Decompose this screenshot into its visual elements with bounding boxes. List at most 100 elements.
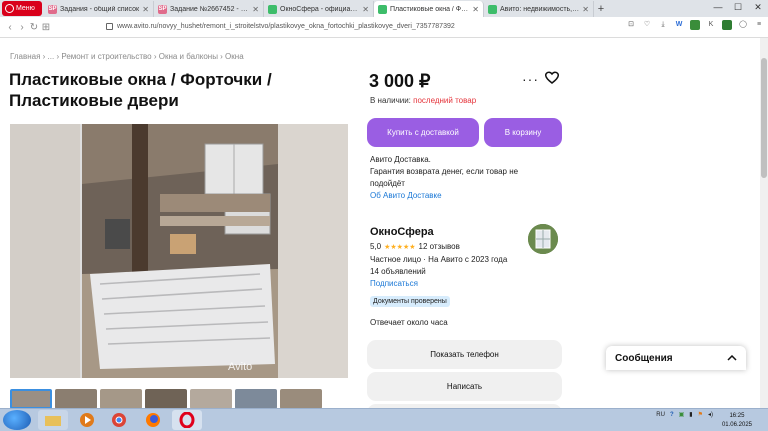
seller-listings[interactable]: 14 объявлений <box>370 266 507 278</box>
extension-w-icon[interactable]: W <box>674 20 684 30</box>
warehouse-photo-image: Avito <box>10 124 348 378</box>
subscribe-link[interactable]: Подписаться <box>370 279 418 288</box>
url-field[interactable]: www.avito.ru/novyy_hushet/remont_i_stroi… <box>117 23 455 30</box>
close-window-icon[interactable]: ✕ <box>748 0 768 14</box>
breadcrumb[interactable]: Главная › ... › Ремонт и строительство ›… <box>10 52 244 61</box>
tab-title: Задания - общий список <box>60 5 140 13</box>
thumbnail[interactable] <box>55 389 97 408</box>
page-scrollbar[interactable] <box>760 38 768 408</box>
chrome-icon[interactable] <box>104 410 134 430</box>
buy-with-delivery-button[interactable]: Купить с доставкой <box>367 118 479 147</box>
write-message-button[interactable]: Написать <box>367 372 562 401</box>
explorer-icon[interactable] <box>38 410 68 430</box>
tab-zadaniya[interactable]: SP Задания - общий список ✕ <box>44 1 154 17</box>
seller-type: Частное лицо · На Авито с 2023 года <box>370 255 508 264</box>
snapshot-icon[interactable]: ⊡ <box>626 20 636 30</box>
thumbnail[interactable] <box>190 389 232 408</box>
reload-icon[interactable]: ↻ <box>28 22 40 33</box>
extension-green-icon[interactable] <box>690 20 700 30</box>
speed-dial-icon[interactable]: ⊞ <box>40 22 52 33</box>
delivery-line1: Авито Доставка. <box>370 155 431 164</box>
extension-k-icon[interactable]: K <box>706 20 716 30</box>
thumbnail[interactable] <box>100 389 142 408</box>
lock-icon <box>106 23 113 30</box>
tab-title: Пластиковые окна / Форточ <box>390 5 469 13</box>
reply-time: Отвечает около часа <box>370 318 448 327</box>
back-icon[interactable]: ‹ <box>4 22 16 33</box>
forward-icon[interactable]: › <box>16 22 28 33</box>
start-button[interactable] <box>3 410 31 430</box>
extension-green2-icon[interactable] <box>722 20 732 30</box>
tab-oknosfera[interactable]: ОкноСфера - официальн ✕ <box>264 1 374 17</box>
media-player-icon[interactable] <box>72 410 102 430</box>
tab-plastikovye-okna[interactable]: Пластиковые окна / Форточ ✕ <box>374 1 484 17</box>
documents-verified-badge: Документы проверены <box>370 296 450 307</box>
maximize-icon[interactable]: ☐ <box>728 0 748 14</box>
toolbar-icons: ⊡ ♡ ⤓ W K ◯ ≡ <box>626 20 764 30</box>
clock[interactable]: 16:25 01.06.2025 <box>722 412 752 430</box>
avito-favicon-icon <box>268 4 277 14</box>
seller-info: Частное лицо · На Авито с 2023 года 14 о… <box>370 254 507 278</box>
tabs-strip: SP Задания - общий список ✕ SP Задание №… <box>44 1 608 17</box>
thumbnail[interactable] <box>235 389 277 408</box>
sp-favicon-icon: SP <box>158 4 167 14</box>
favorite-heart-icon[interactable] <box>544 71 560 89</box>
rating-value: 5,0 <box>370 242 382 251</box>
tab-title: Задание №2667452 - про <box>170 5 250 13</box>
language-indicator[interactable]: RU <box>656 412 665 418</box>
help-icon[interactable]: ? <box>670 412 674 418</box>
seller-avatar[interactable] <box>528 224 558 254</box>
show-phone-button[interactable]: Показать телефон <box>367 340 562 369</box>
minimize-icon[interactable]: — <box>708 0 728 14</box>
tray-app-icon[interactable]: ▣ <box>679 411 685 418</box>
browser-tab-bar: Меню SP Задания - общий список ✕ SP Зада… <box>0 0 768 17</box>
availability-label: В наличии: <box>370 96 411 105</box>
page-content: Главная › ... › Ремонт и строительство ›… <box>0 38 760 408</box>
flag-icon[interactable]: ⚑ <box>698 411 703 418</box>
delivery-line2: Гарантия возврата денег, если товар не п… <box>370 167 519 188</box>
tab-avito[interactable]: Авито: недвижимость, тра ✕ <box>484 1 594 17</box>
avito-favicon-icon <box>378 4 387 14</box>
messages-panel[interactable]: Сообщения <box>606 346 746 370</box>
address-bar-row: ‹ › ↻ ⊞ www.avito.ru/novyy_hushet/remont… <box>0 17 768 38</box>
menu-label: Меню <box>16 5 35 12</box>
window-controls: — ☐ ✕ <box>708 0 768 14</box>
seller-name[interactable]: ОкноСфера <box>370 226 434 238</box>
account-icon[interactable]: ◯ <box>738 20 748 30</box>
add-to-cart-button[interactable]: В корзину <box>484 118 562 147</box>
close-icon[interactable]: ✕ <box>582 5 589 14</box>
seller-rating: 5,0 ★★★★★ 12 отзывов <box>370 242 460 251</box>
volume-icon[interactable]: ◂) <box>708 411 713 418</box>
thumbnail[interactable] <box>145 389 187 408</box>
new-tab-button[interactable]: + <box>594 1 608 17</box>
bookmark-icon[interactable]: ♡ <box>642 20 652 30</box>
chevron-up-icon[interactable] <box>727 353 737 364</box>
menu-icon[interactable]: ≡ <box>754 20 764 30</box>
network-icon[interactable]: ▮ <box>689 411 692 418</box>
download-icon[interactable]: ⤓ <box>658 20 668 30</box>
listing-photo[interactable]: Avito <box>10 124 348 378</box>
messages-title: Сообщения <box>615 352 673 364</box>
tab-title: Авито: недвижимость, тра <box>500 5 580 13</box>
delivery-info: Авито Доставка. Гарантия возврата денег,… <box>370 154 540 202</box>
page-title: Пластиковые окна / Форточки / Пластиковы… <box>9 70 272 110</box>
delivery-link[interactable]: Об Авито Доставке <box>370 191 442 200</box>
price: 3 000 ₽ <box>369 71 431 91</box>
close-icon[interactable]: ✕ <box>362 5 369 14</box>
browser-menu-button[interactable]: Меню <box>2 1 42 16</box>
scrollbar-thumb[interactable] <box>761 58 767 178</box>
more-options-icon[interactable]: ··· <box>522 71 539 87</box>
window-logo-icon <box>528 224 558 254</box>
close-icon[interactable]: ✕ <box>252 5 259 14</box>
opera-icon[interactable] <box>172 410 202 430</box>
thumbnail[interactable] <box>10 389 52 408</box>
thumbnail[interactable] <box>280 389 322 408</box>
reviews-link[interactable]: 12 отзывов <box>419 242 460 251</box>
tab-title: ОкноСфера - официальн <box>280 5 360 13</box>
firefox-icon[interactable] <box>138 410 168 430</box>
close-icon[interactable]: ✕ <box>142 5 149 14</box>
tab-zadanie[interactable]: SP Задание №2667452 - про ✕ <box>154 1 264 17</box>
avito-watermark: Avito <box>228 361 252 373</box>
close-icon[interactable]: ✕ <box>472 5 479 14</box>
clock-time: 16:25 <box>729 413 745 419</box>
